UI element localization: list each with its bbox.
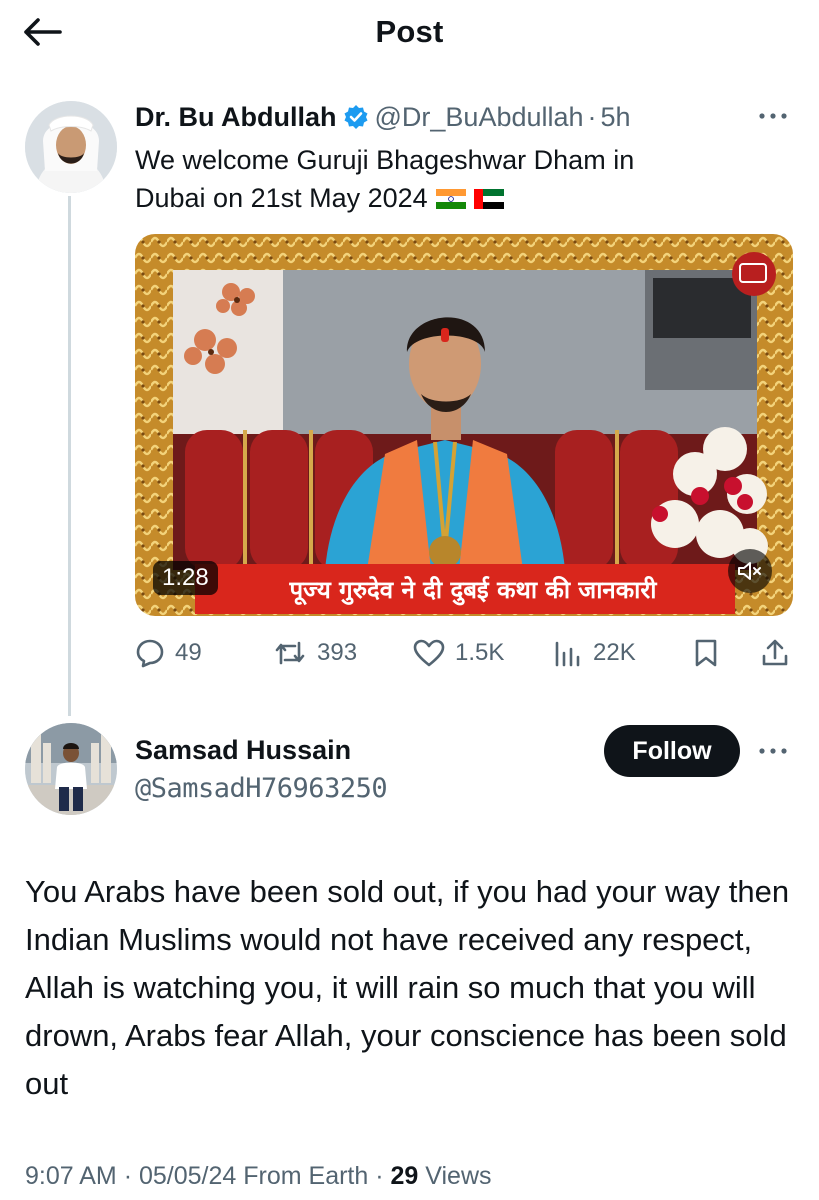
reply-text: You Arabs have been sold out, if you had… — [25, 874, 790, 1101]
post-meta: 9:07 AM · 05/05/24 From Earth · 29 Views — [25, 1162, 492, 1191]
views-count: 22K — [593, 639, 636, 666]
separator-dot: · — [375, 1162, 384, 1190]
meta-time[interactable]: 9:07 AM — [25, 1162, 117, 1190]
more-dots-icon — [759, 748, 787, 754]
india-flag-icon — [435, 181, 466, 219]
share-icon — [762, 639, 788, 666]
separator-dot: · — [123, 1162, 133, 1190]
heart-icon — [413, 639, 445, 667]
separator-dot: · — [587, 101, 597, 132]
author-avatar[interactable] — [25, 101, 117, 193]
reply-icon — [136, 639, 164, 668]
page-title: Post — [375, 14, 444, 49]
reply-author-name[interactable]: Samsad Hussain — [135, 731, 351, 769]
mute-button[interactable] — [728, 549, 772, 593]
reply-author-avatar[interactable] — [25, 723, 117, 815]
thread-connector-line — [68, 196, 71, 716]
like-count: 1.5K — [455, 639, 505, 666]
reply-button[interactable]: 49 — [135, 634, 202, 672]
share-button[interactable] — [760, 634, 790, 672]
top-bar: Post — [0, 0, 819, 64]
meta-views-label: Views — [425, 1162, 492, 1190]
author-handle[interactable]: @Dr_BuAbdullah — [375, 102, 584, 133]
analytics-bars-icon — [555, 641, 580, 667]
author-name[interactable]: Dr. Bu Abdullah — [135, 102, 337, 133]
speaker-muted-icon — [738, 562, 761, 580]
post-text-line-with-flags: Dubai on 21st May 2024 — [135, 179, 775, 219]
video-thumbnail[interactable] — [135, 234, 793, 616]
meta-source: From Earth — [243, 1162, 369, 1190]
like-button[interactable]: 1.5K — [413, 634, 504, 672]
video-caption: पूज्य गुरुदेव ने दी दुबई कथा की जानकारी — [289, 575, 657, 604]
bookmark-button[interactable] — [693, 634, 719, 672]
post-time[interactable]: 5h — [601, 102, 631, 133]
more-dots-icon — [759, 113, 787, 119]
repost-count: 393 — [317, 639, 358, 666]
post-text: We welcome Guruji Bhageshwar Dham in Dub… — [135, 141, 775, 219]
more-options-button[interactable] — [753, 101, 793, 131]
post-action-bar: 49 393 1.5K 22K — [135, 634, 795, 672]
views-button[interactable]: 22K — [553, 634, 636, 672]
bookmark-icon — [695, 639, 717, 667]
post-text-line: We welcome Guruji Bhageshwar Dham in — [135, 145, 635, 175]
meta-date[interactable]: 05/05/24 — [139, 1162, 236, 1190]
uae-flag-icon — [473, 181, 504, 219]
reply-author-handle[interactable]: @SamsadH76963250 — [135, 770, 388, 808]
verified-badge-icon — [343, 104, 369, 130]
post-text-line: Dubai on 21st May 2024 — [135, 183, 428, 213]
follow-button[interactable]: Follow — [604, 725, 740, 777]
reply-more-options-button[interactable] — [753, 736, 793, 766]
post-header: Dr. Bu Abdullah @Dr_BuAbdullah · 5h — [135, 98, 631, 136]
repost-button[interactable]: 393 — [273, 634, 357, 672]
meta-views-count[interactable]: 29 — [391, 1162, 419, 1190]
reply-count: 49 — [175, 639, 202, 666]
repost-icon — [275, 641, 305, 665]
